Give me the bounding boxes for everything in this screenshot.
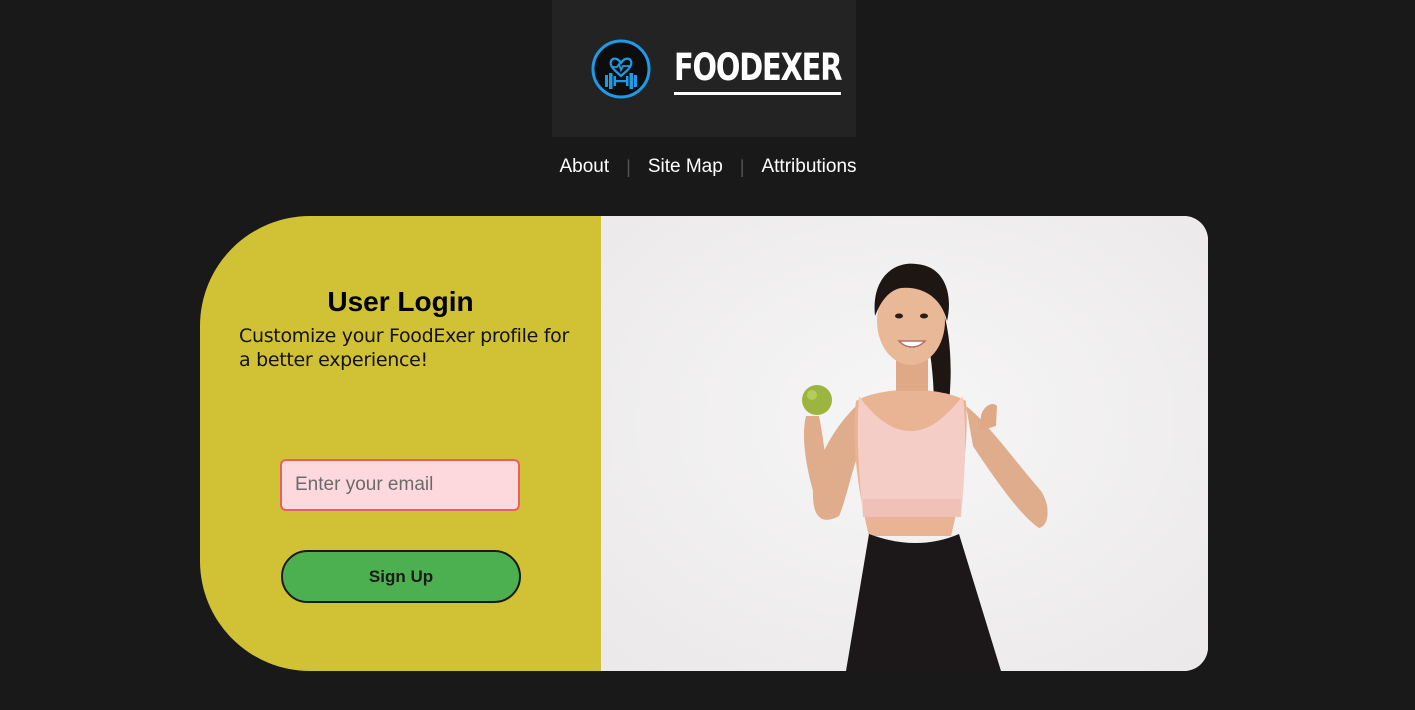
email-field[interactable] xyxy=(280,459,520,511)
header: FOODEXER xyxy=(552,0,856,137)
nav-separator: | xyxy=(626,156,631,177)
heart-dumbbell-icon xyxy=(591,39,651,99)
nav-separator: | xyxy=(739,156,745,177)
login-panel: User Login Customize your FoodExer profi… xyxy=(200,216,601,671)
login-subtitle: Customize your FoodExer profile for a be… xyxy=(239,325,569,371)
fitness-woman-photo xyxy=(601,216,1208,671)
login-card: User Login Customize your FoodExer profi… xyxy=(200,216,1208,671)
nav-link-attributions[interactable]: Attributions xyxy=(761,156,856,178)
login-title: User Login xyxy=(327,286,474,317)
brand-link[interactable]: FOODEXER xyxy=(674,44,842,95)
hero-image xyxy=(601,216,1208,671)
sign-up-button[interactable]: Sign Up xyxy=(281,550,521,603)
nav-link-about[interactable]: About xyxy=(559,156,609,178)
nav-link-site-map[interactable]: Site Map xyxy=(648,156,723,178)
top-nav: About | Site Map | Attributions xyxy=(0,153,1415,181)
